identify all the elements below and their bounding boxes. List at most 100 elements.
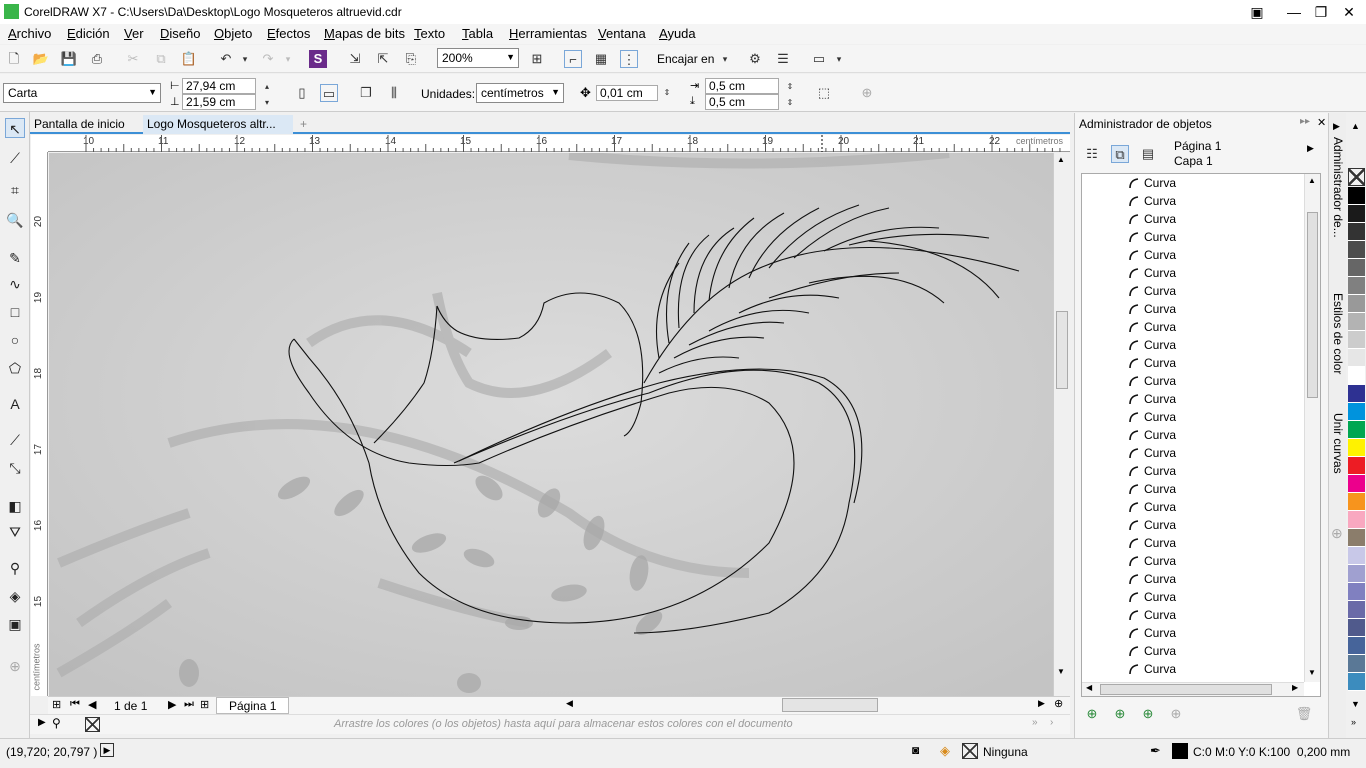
color-swatch[interactable] — [1348, 205, 1365, 223]
tab-color-styles[interactable]: Estilos de color — [1331, 293, 1345, 403]
color-swatch[interactable] — [1348, 529, 1365, 547]
tree-item-curve[interactable]: Curva — [1129, 230, 1176, 248]
next-page-icon[interactable]: ▶ — [168, 698, 176, 711]
paste-icon[interactable]: 📋 — [180, 50, 198, 68]
polygon-tool-icon[interactable]: ⬠ — [5, 358, 25, 378]
tree-item-curve[interactable]: Curva — [1129, 176, 1176, 194]
tree-item-curve[interactable]: Curva — [1129, 302, 1176, 320]
object-tree[interactable]: Curva Curva Curva Curva Curva Curva Curva Curva… — [1081, 173, 1321, 697]
show-grid-icon[interactable]: ▦ — [592, 50, 610, 68]
tree-page-label[interactable]: Página 1 — [1174, 139, 1221, 153]
tree-vertical-scrollbar[interactable]: ▲ ▼ — [1304, 174, 1320, 682]
page-height-input[interactable]: 21,59 cm — [182, 94, 256, 110]
color-swatch[interactable] — [1348, 457, 1365, 475]
new-master-layer-icon[interactable]: ⊕ — [1111, 705, 1129, 723]
add-tool-icon[interactable]: ⊕ — [5, 656, 25, 676]
treat-as-filled-icon[interactable]: ⬚ — [815, 84, 833, 102]
minimize-button[interactable]: — — [1281, 2, 1307, 22]
horizontal-ruler[interactable]: 10 11 12 13 14 15 16 17 18 19 20 21 22 c… — [48, 135, 1070, 152]
interactive-fill-icon[interactable]: ◈ — [5, 586, 25, 606]
delete-icon[interactable]: 🗑 — [1295, 705, 1313, 723]
last-page-icon[interactable]: ⏭ — [184, 698, 194, 711]
landscape-icon[interactable]: ▭ — [320, 84, 338, 102]
color-swatch[interactable] — [1348, 493, 1365, 511]
tree-item-curve[interactable]: Curva — [1129, 410, 1176, 428]
tab-join-curves[interactable]: Unir curvas — [1331, 413, 1345, 513]
zoom-level-select[interactable]: 200% ▼ — [437, 48, 519, 68]
add-docker-icon[interactable]: ⊕ — [1331, 525, 1343, 542]
color-swatch[interactable] — [1348, 187, 1365, 205]
color-swatch[interactable] — [1348, 295, 1365, 313]
snap-dropdown-icon[interactable]: ▾ — [716, 50, 734, 68]
parallel-dimension-icon[interactable]: ⟋ — [5, 430, 25, 450]
nudge-spin-icon[interactable]: ⇕ — [658, 84, 676, 102]
color-swatch[interactable] — [1348, 385, 1365, 403]
tree-item-curve[interactable]: Curva — [1129, 248, 1176, 266]
tree-item-curve[interactable]: Curva — [1129, 428, 1176, 446]
color-swatch[interactable] — [1348, 511, 1365, 529]
tree-item-curve[interactable]: Curva — [1129, 266, 1176, 284]
menu-archivo[interactable]: Archivo — [8, 26, 51, 41]
menu-efectos[interactable]: Efectos — [267, 26, 310, 41]
no-fill-swatch[interactable] — [1348, 168, 1365, 186]
rectangle-tool-icon[interactable]: □ — [5, 302, 25, 322]
first-page-icon[interactable]: ⏮ — [70, 698, 80, 711]
edit-across-layers-icon[interactable]: ⧉ — [1111, 145, 1129, 163]
freehand-tool-icon[interactable]: ✎ — [5, 248, 25, 268]
tree-item-curve[interactable]: Curva — [1129, 554, 1176, 572]
menu-objeto[interactable]: Objeto — [214, 26, 252, 41]
save-icon[interactable]: 💾 — [60, 50, 78, 68]
menu-herramientas[interactable]: Herramientas — [509, 26, 587, 41]
tree-item-curve[interactable]: Curva — [1129, 446, 1176, 464]
ruler-origin[interactable] — [31, 135, 48, 152]
tree-item-curve[interactable]: Curva — [1129, 356, 1176, 374]
copy-icon[interactable]: ⧉ — [152, 50, 170, 68]
color-swatch[interactable] — [1348, 637, 1365, 655]
new-master-layer-even-icon[interactable]: ⊕ — [1139, 705, 1157, 723]
tree-layer-label[interactable]: Capa 1 — [1174, 154, 1213, 168]
tree-scroll-thumb[interactable] — [1307, 212, 1318, 398]
color-proofing-icon[interactable]: ◙ — [912, 743, 919, 757]
scroll-down-icon[interactable]: ▼ — [1057, 667, 1065, 676]
new-document-icon[interactable]: 🗋 — [5, 50, 23, 68]
crop-tool-icon[interactable]: ⌗ — [5, 180, 25, 200]
fill-none-swatch[interactable] — [962, 743, 978, 759]
height-spin-icon[interactable]: ▾ — [258, 94, 276, 112]
color-swatch[interactable] — [1348, 655, 1365, 673]
horizontal-scroll-thumb[interactable] — [782, 698, 878, 712]
zoom-tool-icon[interactable]: 🔍 — [5, 210, 25, 230]
snap-to-label[interactable]: Encajar en — [657, 52, 714, 66]
outline-color-swatch[interactable] — [1172, 743, 1188, 759]
menu-ventana[interactable]: Ventana — [598, 26, 646, 41]
color-swatch[interactable] — [1348, 331, 1365, 349]
palette-scroll-down-icon[interactable]: ▼ — [1351, 699, 1360, 709]
no-color-swatch[interactable] — [85, 717, 100, 732]
page-width-input[interactable]: 27,94 cm — [182, 78, 256, 94]
scroll-right-icon[interactable]: ▶ — [1038, 698, 1045, 709]
color-swatch[interactable] — [1348, 475, 1365, 493]
color-swatch[interactable] — [1348, 223, 1365, 241]
docker-pin-icon[interactable]: ▸▸ — [1300, 116, 1310, 127]
tree-horizontal-scrollbar[interactable]: ◀ ▶ — [1082, 682, 1304, 696]
fill-icon[interactable]: ◈ — [940, 743, 950, 759]
tree-item-curve[interactable]: Curva — [1129, 374, 1176, 392]
palette-scroll-up-icon[interactable]: ▲ — [1351, 121, 1360, 131]
drop-shadow-icon[interactable]: ◧ — [5, 496, 25, 516]
color-swatch[interactable] — [1348, 349, 1365, 367]
page-size-select[interactable]: Carta ▼ — [3, 83, 161, 103]
undo-dropdown-icon[interactable]: ▾ — [236, 50, 254, 68]
shape-tool-icon[interactable]: ⟋ — [5, 148, 25, 168]
vertical-scrollbar[interactable]: ▲ ▼ — [1053, 153, 1070, 696]
tree-scroll-left-icon[interactable]: ◀ — [1086, 683, 1092, 692]
color-swatch[interactable] — [1348, 313, 1365, 331]
units-select[interactable]: centímetros ▼ — [476, 83, 564, 103]
color-swatch[interactable] — [1348, 565, 1365, 583]
color-swatch[interactable] — [1348, 673, 1365, 691]
cut-icon[interactable]: ✂ — [124, 50, 142, 68]
tree-item-curve[interactable]: Curva — [1129, 644, 1176, 662]
transparency-icon[interactable]: ⛛ — [5, 522, 25, 542]
portrait-icon[interactable]: ▯ — [293, 84, 311, 102]
eyedropper-icon[interactable]: ⚲ — [5, 558, 25, 578]
print-icon[interactable]: ⎙ — [88, 50, 106, 68]
menu-ver[interactable]: Ver — [124, 26, 144, 41]
